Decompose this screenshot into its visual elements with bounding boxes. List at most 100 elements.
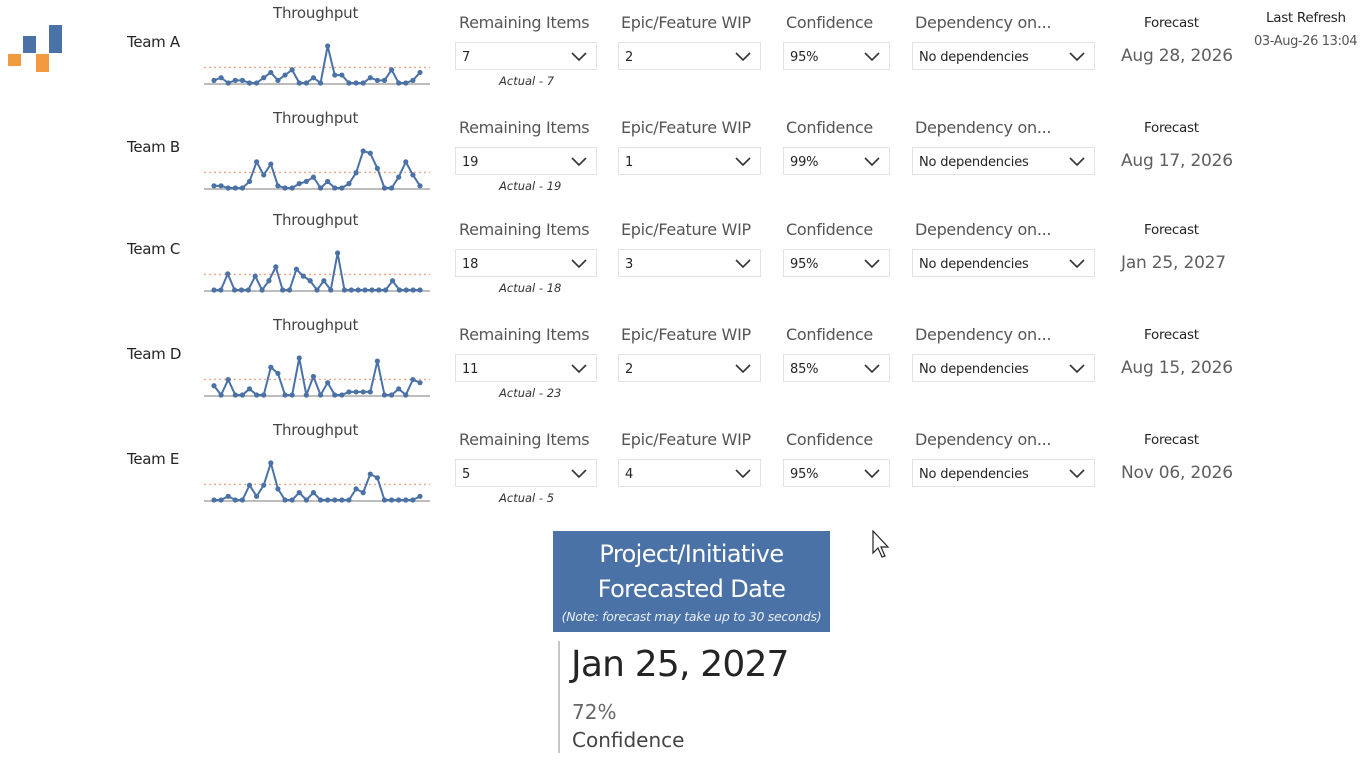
- sparkline-point: [296, 355, 302, 361]
- sparkline-point: [335, 250, 341, 256]
- remaining-items-dropdown[interactable]: 7: [455, 42, 597, 70]
- sparkline-point: [218, 183, 224, 189]
- chevron-down-icon: [571, 259, 587, 269]
- sparkline-point: [245, 287, 251, 293]
- forecast-label: Forecast: [1144, 120, 1199, 136]
- sparkline-point: [403, 392, 409, 398]
- throughput-sparkline: [204, 250, 430, 293]
- sparkline-point: [218, 392, 224, 398]
- sparkline-point: [360, 80, 366, 86]
- epic-wip-dropdown[interactable]: 1: [618, 147, 761, 175]
- sparkline-point: [362, 287, 368, 293]
- dependency-dropdown[interactable]: No dependencies: [912, 249, 1095, 277]
- dependency-dropdown[interactable]: No dependencies: [912, 459, 1095, 487]
- chevron-down-icon: [571, 469, 587, 479]
- sparkline-point: [410, 287, 416, 293]
- sparkline-point: [246, 80, 253, 86]
- epic-wip-label: Epic/Feature WIP: [621, 430, 751, 449]
- sparkline-point: [282, 392, 288, 398]
- chevron-down-icon: [571, 157, 587, 167]
- confidence-dropdown[interactable]: 95%: [783, 42, 890, 70]
- sparkline-point: [388, 185, 395, 191]
- sparkline-point: [328, 287, 334, 293]
- sparkline-point: [296, 490, 302, 496]
- sparkline-point: [261, 392, 267, 398]
- confidence-label: Confidence: [786, 220, 873, 239]
- sparkline-point: [374, 77, 380, 83]
- chevron-down-icon: [1069, 469, 1085, 479]
- sparkline-point: [254, 159, 260, 165]
- sparkline-point: [403, 497, 409, 503]
- sparkline-point: [259, 287, 265, 293]
- sparkline-point: [275, 486, 281, 492]
- app-logo: [8, 25, 62, 72]
- kpi-accent-bar: [558, 641, 560, 753]
- epic-wip-dropdown[interactable]: 3: [618, 249, 761, 277]
- remaining-items-dropdown[interactable]: 5: [455, 459, 597, 487]
- sparkline-point: [353, 389, 359, 395]
- sparkline-point: [360, 389, 366, 395]
- sparkline-series: [214, 459, 421, 502]
- sparkline-point: [211, 497, 217, 503]
- confidence-dropdown[interactable]: 99%: [783, 147, 890, 175]
- sparkline-series: [213, 45, 421, 85]
- chevron-down-icon: [864, 469, 880, 479]
- sparkline-point: [388, 392, 395, 398]
- throughput-title: Throughput: [273, 4, 359, 22]
- remaining-items-label: Remaining Items: [459, 325, 590, 344]
- sparkline-point: [268, 460, 274, 466]
- remaining-items-dropdown[interactable]: 18: [455, 249, 597, 277]
- epic-wip-dropdown[interactable]: 4: [618, 459, 761, 487]
- sparkline-point: [238, 287, 245, 293]
- epic-wip-value: 2: [625, 362, 634, 377]
- team-forecast-date: Aug 17, 2026: [1121, 151, 1233, 171]
- epic-wip-label: Epic/Feature WIP: [621, 325, 751, 344]
- last-refresh-label: Last Refresh: [1266, 10, 1346, 26]
- confidence-label: Confidence: [786, 325, 873, 344]
- confidence-label: Confidence: [786, 430, 873, 449]
- sparkline-point: [261, 75, 267, 81]
- dependency-dropdown[interactable]: No dependencies: [912, 354, 1095, 382]
- throughput-title: Throughput: [273, 109, 359, 127]
- sparkline-point: [339, 497, 345, 503]
- sparkline-point: [403, 80, 409, 86]
- sparkline-point: [367, 75, 373, 81]
- last-refresh-value: 03-Aug-26 13:04: [1254, 34, 1358, 49]
- sparkline-series: [214, 252, 420, 293]
- sparkline-point: [388, 67, 395, 73]
- sparkline-point: [396, 80, 402, 86]
- sparkline-point: [339, 72, 345, 78]
- confidence-dropdown[interactable]: 95%: [783, 249, 890, 277]
- sparkline-point: [410, 497, 416, 503]
- sparkline-point: [225, 185, 231, 191]
- sparkline-point: [261, 482, 267, 488]
- sparkline-point: [325, 380, 331, 386]
- dependency-dropdown[interactable]: No dependencies: [912, 147, 1095, 175]
- team-name: Team D: [127, 345, 182, 363]
- sparkline-point: [417, 287, 423, 293]
- chevron-down-icon: [1069, 364, 1085, 374]
- remaining-items-dropdown[interactable]: 11: [455, 354, 597, 382]
- chevron-down-icon: [864, 259, 880, 269]
- sparkline-point: [410, 77, 416, 83]
- team-forecast-date: Aug 28, 2026: [1121, 46, 1233, 66]
- confidence-dropdown[interactable]: 85%: [783, 354, 890, 382]
- confidence-value: 95%: [790, 467, 819, 482]
- sparkline-point: [325, 178, 331, 185]
- sparkline-point: [252, 273, 258, 279]
- epic-wip-dropdown[interactable]: 2: [618, 42, 761, 70]
- confidence-dropdown[interactable]: 95%: [783, 459, 890, 487]
- remaining-items-dropdown[interactable]: 19: [455, 147, 597, 175]
- actual-count: Actual - 23: [499, 386, 562, 400]
- chevron-down-icon: [735, 364, 751, 374]
- sparkline-point: [353, 486, 359, 492]
- sparkline-point: [339, 185, 345, 191]
- sparkline-point: [282, 185, 288, 191]
- epic-wip-dropdown[interactable]: 2: [618, 354, 761, 382]
- sparkline-point: [353, 80, 359, 86]
- sparkline-point: [317, 497, 324, 503]
- sparkline-point: [367, 389, 373, 395]
- sparkline-point: [254, 493, 260, 499]
- dependency-dropdown[interactable]: No dependencies: [912, 42, 1095, 70]
- epic-wip-value: 2: [625, 50, 634, 65]
